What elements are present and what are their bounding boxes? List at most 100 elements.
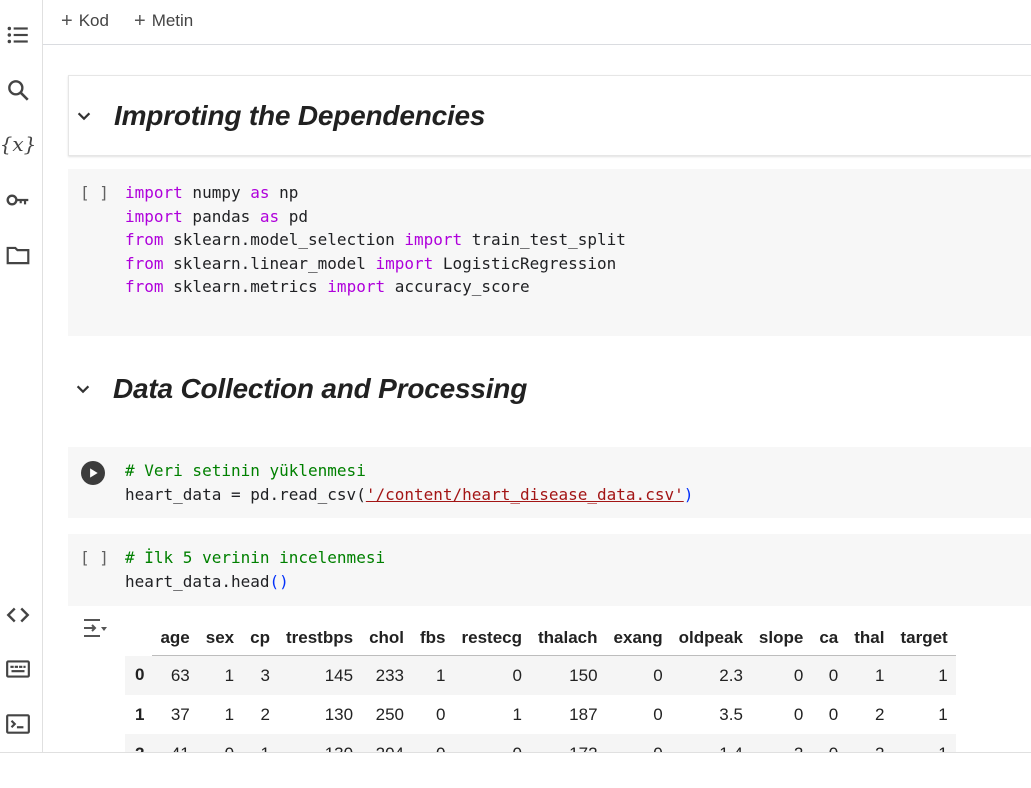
add-text-cell-button[interactable]: + Metin: [134, 11, 193, 31]
code-line: from sklearn.linear_model import Logisti…: [125, 252, 626, 276]
section-title: Improting the Dependencies: [114, 99, 486, 131]
table-cell: 2: [750, 734, 812, 752]
plus-icon: +: [134, 10, 146, 32]
table-cell: 130: [324, 704, 354, 724]
code-keyword: import: [404, 230, 463, 249]
code-comment: # Veri setinin yüklenmesi: [125, 461, 366, 480]
table-header-row: age sex cp trestbps chol fbs restecg thalach exa…: [125, 620, 956, 656]
table-cell: 1: [846, 655, 893, 695]
table-cell: 2.3: [670, 655, 751, 695]
table-cell: 2: [875, 704, 885, 724]
code-text: train_test_split: [462, 230, 626, 249]
column-header: exang: [605, 620, 671, 656]
code-editor[interactable]: # Veri setinin yüklenmesi heart_data = p…: [125, 459, 693, 506]
table-of-contents-icon[interactable]: [5, 22, 31, 48]
table-cell: 172: [530, 734, 606, 752]
cell-execution-count[interactable]: [ ]: [80, 548, 109, 567]
code-keyword: import: [125, 183, 183, 202]
table-cell: 2: [260, 704, 270, 724]
table-cell: 250: [375, 704, 405, 724]
code-text: np: [269, 183, 299, 202]
row-index: 1: [135, 704, 145, 724]
table-cell: 204: [361, 734, 413, 752]
table-cell: 1.4: [670, 734, 751, 752]
code-keyword: as: [259, 206, 280, 226]
table-row: 0 63 1 3 145 233 1 0 150 0 2.3 0 0 1 1: [125, 655, 956, 695]
column-header: age: [152, 620, 198, 656]
table-cell: 0: [653, 704, 663, 724]
command-palette-icon[interactable]: [5, 656, 31, 682]
table-cell: 145: [277, 655, 362, 695]
code-keyword: import: [125, 206, 183, 226]
table-cell: 0: [436, 704, 446, 724]
column-header: trestbps: [277, 620, 362, 656]
code-line: import numpy as np: [125, 181, 626, 205]
table-cell: 63: [152, 655, 198, 695]
chevron-down-icon[interactable]: [74, 106, 94, 126]
table-cell: 187: [569, 704, 598, 724]
table-cell: 1: [938, 704, 948, 724]
code-cell-head[interactable]: [ ] # İlk 5 verinin incelenmesi heart_da…: [68, 534, 1031, 606]
code-text: sklearn.linear_model: [163, 253, 376, 273]
code-line: from sklearn.metrics import accuracy_sco…: [125, 275, 626, 299]
cell-execution-count[interactable]: [ ]: [80, 183, 109, 202]
table-cell: 130: [277, 734, 362, 752]
table-cell: 1: [412, 655, 454, 695]
table-cell: 37: [170, 704, 190, 724]
table-cell: 150: [530, 655, 606, 695]
code-snippets-icon[interactable]: [5, 602, 31, 628]
row-index: 2: [125, 734, 153, 752]
table-cell: 0: [750, 655, 812, 695]
output-actions-icon[interactable]: [81, 617, 109, 641]
key-icon[interactable]: [5, 187, 31, 213]
section-header-dependencies[interactable]: Improting the Dependencies: [68, 75, 1031, 156]
code-comment: # İlk 5 verinin incelenmesi: [125, 548, 386, 567]
code-editor[interactable]: import numpy as np import pandas as pd fro…: [125, 181, 626, 299]
table-cell: 1: [892, 734, 956, 752]
chevron-down-icon[interactable]: [73, 379, 93, 399]
code-editor[interactable]: # İlk 5 verinin incelenmesi heart_data.h…: [125, 546, 385, 593]
code-paren: (): [269, 571, 289, 591]
column-header: slope: [750, 620, 812, 656]
section-title: Data Collection and Processing: [113, 373, 528, 404]
add-text-label: Metin: [151, 11, 194, 30]
table-cell: 3: [242, 655, 278, 695]
code-line: from sklearn.model_selection import trai…: [125, 228, 626, 252]
code-text: pandas: [182, 206, 260, 226]
table-cell: 0: [793, 704, 804, 724]
left-sidebar: {x}: [0, 0, 43, 752]
table-row: 241011302040017201.42021: [125, 734, 956, 752]
terminal-icon[interactable]: [5, 711, 31, 737]
column-header: thal: [846, 620, 893, 656]
code-text: pd: [279, 206, 309, 226]
table-cell: 0: [811, 734, 847, 752]
table-cell: 41: [152, 734, 198, 752]
search-icon[interactable]: [5, 77, 31, 103]
notebook-toolbar: + Kod + Metin: [43, 0, 1031, 45]
row-index: 0: [125, 655, 153, 695]
table-cell: 1: [224, 704, 235, 724]
column-header: chol: [361, 620, 413, 656]
status-strip: [0, 752, 1031, 788]
run-cell-button[interactable]: [81, 461, 105, 485]
code-text: heart_data.head: [125, 571, 270, 591]
table-row: 1 37 1 2 130 250 0 1 187 0 3.5 0 0 2 1: [125, 695, 956, 734]
variables-icon[interactable]: {x}: [0, 131, 36, 157]
table-cell: 0: [828, 704, 839, 724]
section-header-data-collection[interactable]: Data Collection and Processing: [68, 364, 1031, 414]
code-cell-load-data[interactable]: # Veri setinin yüklenmesi heart_data = p…: [68, 447, 1031, 518]
table-cell: 0: [453, 734, 530, 752]
code-cell-imports[interactable]: [ ] import numpy as np import pandas as p…: [68, 169, 1031, 336]
table-cell: 1: [197, 655, 243, 695]
code-keyword: import: [327, 277, 386, 296]
plus-icon: +: [61, 10, 73, 32]
column-header: fbs: [412, 620, 454, 656]
column-header: restecg: [453, 620, 530, 656]
code-line: import pandas as pd: [125, 205, 626, 229]
code-keyword: from: [125, 277, 164, 296]
code-text: heart_data = pd.read_csv(: [125, 484, 366, 504]
add-code-cell-button[interactable]: + Kod: [61, 11, 109, 31]
code-keyword: from: [125, 253, 164, 273]
folder-icon[interactable]: [5, 242, 31, 268]
table-cell: 233: [361, 655, 413, 695]
